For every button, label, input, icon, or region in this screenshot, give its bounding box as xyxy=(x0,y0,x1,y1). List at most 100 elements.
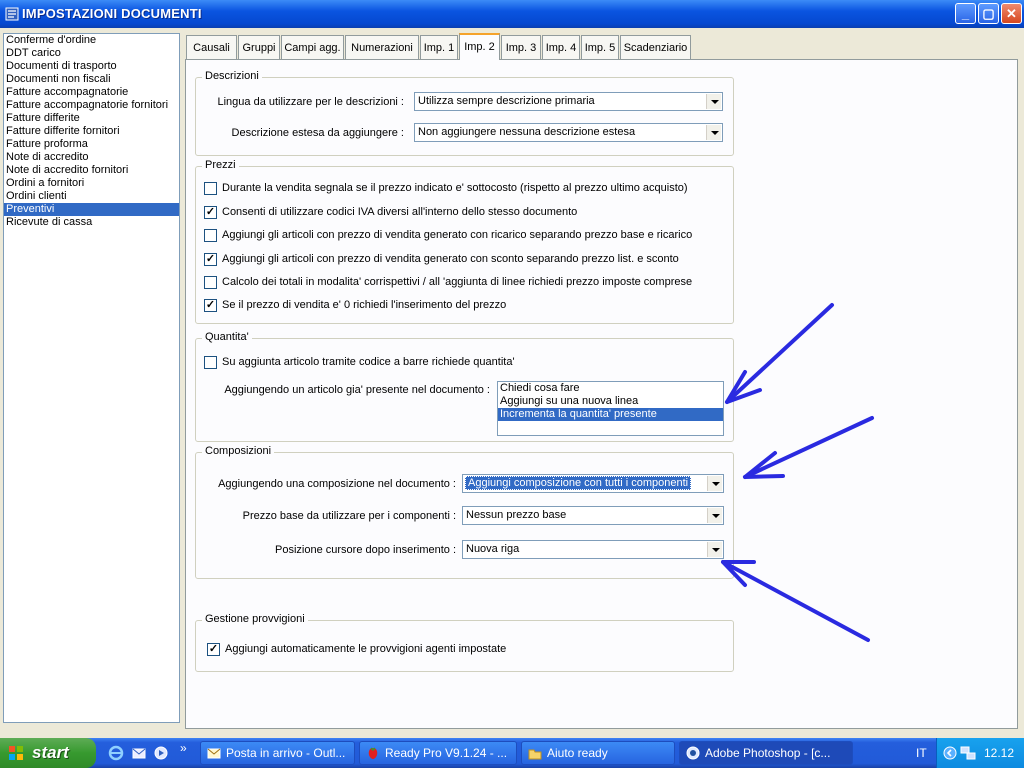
start-button[interactable]: start xyxy=(0,738,96,768)
window-title: IMPOSTAZIONI DOCUMENTI xyxy=(22,6,202,21)
list-item[interactable]: Fatture differite fornitori xyxy=(4,125,179,138)
prezzi-checkbox[interactable]: ✓ xyxy=(204,206,217,219)
dropdown-arrow-icon[interactable] xyxy=(707,508,722,523)
group-title: Quantita' xyxy=(202,331,252,343)
tab-numerazioni[interactable]: Numerazioni xyxy=(345,35,419,59)
list-item[interactable]: Ricevute di cassa xyxy=(4,216,179,229)
network-icon[interactable] xyxy=(960,745,976,761)
list-item[interactable]: Documenti di trasporto xyxy=(4,60,179,73)
system-tray: 12.12 xyxy=(936,738,1024,768)
checkmark-icon: ✓ xyxy=(205,299,216,311)
prezzi-checkbox[interactable] xyxy=(204,182,217,195)
tab-imp-5[interactable]: Imp. 5 xyxy=(581,35,619,59)
list-item[interactable]: Fatture accompagnatorie xyxy=(4,86,179,99)
show-hidden-icons-icon[interactable] xyxy=(943,746,957,760)
estesa-select[interactable]: Non aggiungere nessuna descrizione estes… xyxy=(414,123,723,142)
prezzi-option-label: Durante la vendita segnala se il prezzo … xyxy=(222,182,688,194)
lingua-select[interactable]: Utilizza sempre descrizione primaria xyxy=(414,92,723,111)
media-player-icon[interactable] xyxy=(153,745,169,761)
taskbar-button-label: Posta in arrivo - Outl... xyxy=(226,746,346,760)
composizione-select[interactable]: Aggiungi composizione con tutti i compon… xyxy=(462,474,724,493)
taskbar: start » Posta in arrivo - Outl... Ready P… xyxy=(0,738,1024,768)
presente-listbox[interactable]: Chiedi cosa fare Aggiungi su una nuova li… xyxy=(497,381,724,436)
maximize-button[interactable]: ▢ xyxy=(978,3,999,24)
app-icon xyxy=(5,7,19,21)
tab-imp-3[interactable]: Imp. 3 xyxy=(501,35,541,59)
estesa-value: Non aggiungere nessuna descrizione estes… xyxy=(418,126,636,138)
document-type-list[interactable]: Conferme d'ordine DDT carico Documenti di … xyxy=(3,33,180,723)
list-item[interactable]: Ordini clienti xyxy=(4,190,179,203)
list-item[interactable]: Note di accredito xyxy=(4,151,179,164)
checkmark-icon: ✓ xyxy=(205,253,216,265)
list-item[interactable]: Preventivi xyxy=(4,203,179,216)
checkmark-icon: ✓ xyxy=(205,206,216,218)
close-button[interactable]: ✕ xyxy=(1001,3,1022,24)
tab-imp-4[interactable]: Imp. 4 xyxy=(542,35,580,59)
list-item[interactable]: Chiedi cosa fare xyxy=(498,382,723,395)
dropdown-arrow-icon[interactable] xyxy=(707,476,722,491)
prezzi-checkbox[interactable]: ✓ xyxy=(204,299,217,312)
prezzo-base-select[interactable]: Nessun prezzo base xyxy=(462,506,724,525)
barcode-label: Su aggiunta articolo tramite codice a ba… xyxy=(222,356,515,368)
list-item[interactable]: Note di accredito fornitori xyxy=(4,164,179,177)
taskbar-button-label: Ready Pro V9.1.24 - ... xyxy=(385,746,508,760)
tab-scadenziario[interactable]: Scadenziario xyxy=(620,35,691,59)
group-title: Prezzi xyxy=(202,159,239,171)
provvigioni-checkbox[interactable]: ✓ xyxy=(207,643,220,656)
list-item[interactable]: Aggiungi su una nuova linea xyxy=(498,395,723,408)
lingua-value: Utilizza sempre descrizione primaria xyxy=(418,95,595,107)
group-title: Composizioni xyxy=(202,445,275,457)
checkmark-icon: ✓ xyxy=(208,643,219,655)
list-item[interactable]: DDT carico xyxy=(4,47,179,60)
dropdown-arrow-icon[interactable] xyxy=(706,125,721,140)
cursore-select[interactable]: Nuova riga xyxy=(462,540,724,559)
presente-label: Aggiungendo un articolo gia' presente ne… xyxy=(224,384,490,396)
tab-causali[interactable]: Causali xyxy=(186,35,237,59)
dropdown-arrow-icon[interactable] xyxy=(706,94,721,109)
prezzi-option-label: Aggiungi gli articoli con prezzo di vend… xyxy=(222,229,693,241)
list-item[interactable]: Ordini a fornitori xyxy=(4,177,179,190)
tab-campi-agg[interactable]: Campi agg. xyxy=(281,35,344,59)
list-item[interactable]: Fatture differite xyxy=(4,112,179,125)
windows-logo-icon xyxy=(9,746,23,760)
taskbar-button[interactable]: Ready Pro V9.1.24 - ... xyxy=(359,741,517,765)
photoshop-icon xyxy=(686,746,700,760)
list-item[interactable]: Fatture proforma xyxy=(4,138,179,151)
group-descrizioni: Descrizioni xyxy=(195,70,734,156)
tab-imp-1[interactable]: Imp. 1 xyxy=(420,35,458,59)
barcode-checkbox[interactable] xyxy=(204,356,217,369)
list-item[interactable]: Documenti non fiscali xyxy=(4,73,179,86)
tab-gruppi[interactable]: Gruppi xyxy=(238,35,280,59)
start-label: start xyxy=(32,743,69,762)
taskbar-button[interactable]: Aiuto ready xyxy=(521,741,675,765)
prezzi-checkbox[interactable]: ✓ xyxy=(204,253,217,266)
lingua-label: Lingua da utilizzare per le descrizioni … xyxy=(217,96,405,108)
prezzo-base-value: Nessun prezzo base xyxy=(466,509,567,521)
prezzo-base-label: Prezzo base da utilizzare per i componen… xyxy=(242,510,456,522)
cursore-label: Posizione cursore dopo inserimento : xyxy=(275,544,456,556)
dropdown-arrow-icon[interactable] xyxy=(707,542,722,557)
language-indicator[interactable]: IT xyxy=(916,746,927,760)
title-bar[interactable]: IMPOSTAZIONI DOCUMENTI _ ▢ ✕ xyxy=(0,0,1024,28)
taskbar-button-label: Adobe Photoshop - [c... xyxy=(705,746,831,760)
prezzi-checkbox[interactable] xyxy=(204,276,217,289)
internet-explorer-icon[interactable] xyxy=(108,745,124,761)
list-item[interactable]: Conferme d'ordine xyxy=(4,34,179,47)
group-title: Descrizioni xyxy=(202,70,262,82)
prezzi-checkbox[interactable] xyxy=(204,229,217,242)
taskbar-button[interactable]: Posta in arrivo - Outl... xyxy=(200,741,355,765)
folder-icon xyxy=(528,749,542,760)
outlook-express-icon[interactable] xyxy=(131,745,147,761)
taskbar-button[interactable]: Adobe Photoshop - [c... xyxy=(679,741,853,765)
composizione-value: Aggiungi composizione con tutti i compon… xyxy=(465,476,692,490)
prezzi-option-label: Calcolo dei totali in modalita' corrispe… xyxy=(222,276,693,288)
list-item[interactable]: Fatture accompagnatorie fornitori xyxy=(4,99,179,112)
minimize-button[interactable]: _ xyxy=(955,3,976,24)
quicklaunch-more-icon[interactable]: » xyxy=(180,741,196,757)
prezzi-option-label: Se il prezzo di vendita e' 0 richiedi l'… xyxy=(222,299,507,311)
estesa-label: Descrizione estesa da aggiungere : xyxy=(231,127,404,139)
list-item[interactable]: Incrementa la quantita' presente xyxy=(498,408,723,421)
tab-imp-2[interactable]: Imp. 2 xyxy=(459,33,500,60)
envelope-icon xyxy=(207,748,221,759)
clock: 12.12 xyxy=(984,746,1015,760)
